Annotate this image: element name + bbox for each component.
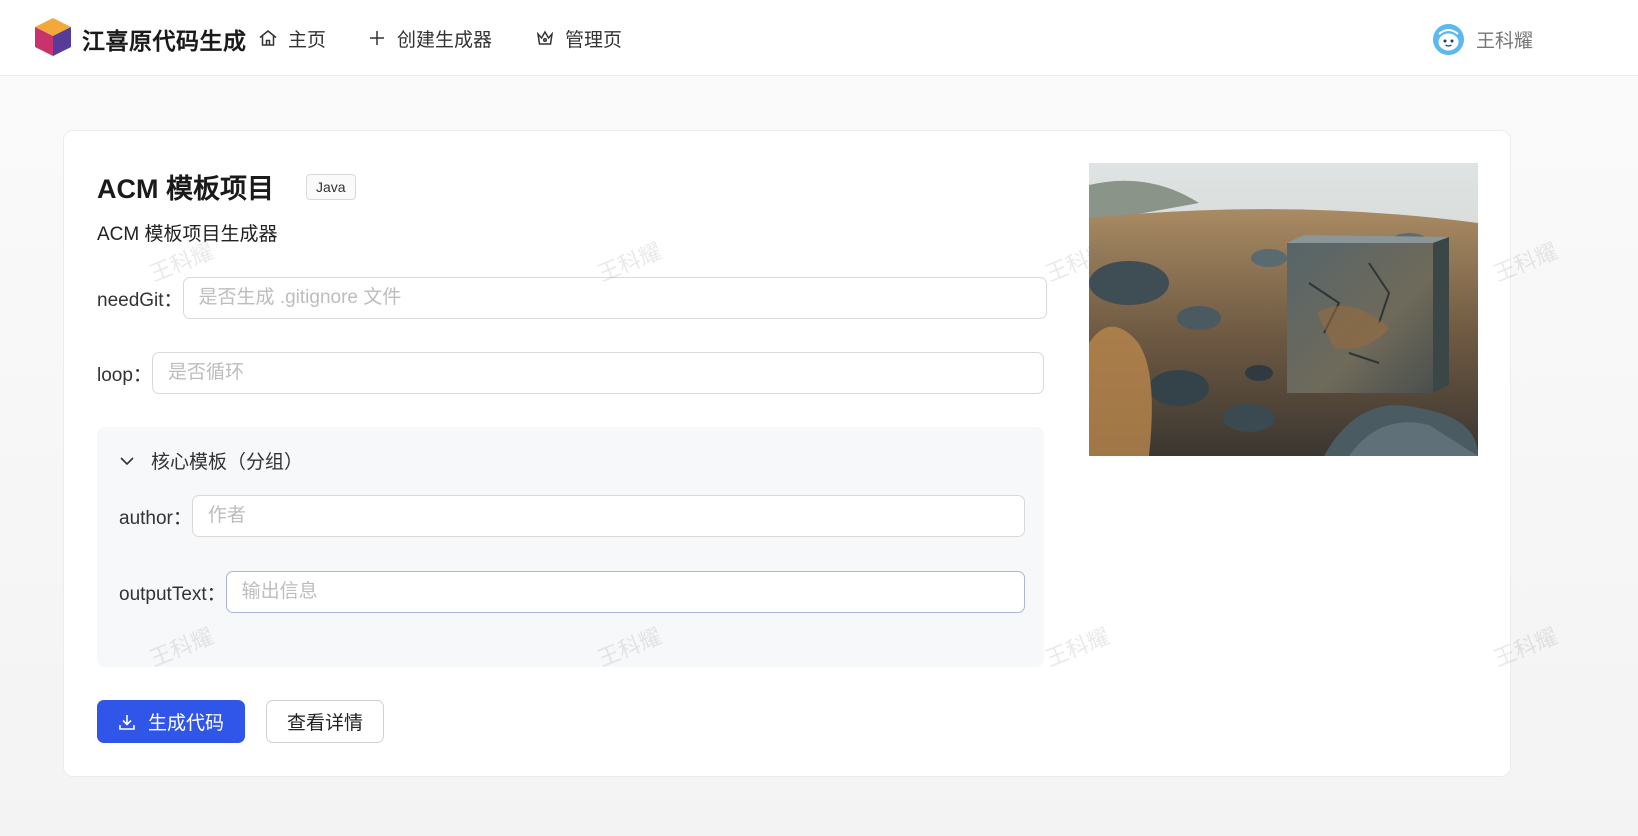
needgit-input[interactable] xyxy=(182,277,1047,319)
form-row-loop: loop： xyxy=(97,352,1044,394)
avatar-icon xyxy=(1433,24,1464,55)
user-name[interactable]: 王科耀 xyxy=(1476,26,1533,53)
brand-name[interactable]: 江喜原代码生成 xyxy=(82,22,247,56)
title-row: ACM 模板项目 Java xyxy=(97,167,356,206)
download-icon xyxy=(119,714,135,730)
home-icon xyxy=(259,30,277,46)
nav-create-generator[interactable]: 创建生成器 xyxy=(367,24,492,52)
nav-admin[interactable]: 管理页 xyxy=(535,24,622,52)
plus-icon xyxy=(370,31,384,45)
generator-title: ACM 模板项目 xyxy=(97,174,274,204)
outputtext-input[interactable] xyxy=(225,571,1025,613)
author-input[interactable] xyxy=(191,495,1025,537)
form-row-needgit: needGit： xyxy=(97,277,1047,319)
top-navbar: 江喜原代码生成 主页 创建生成器 管理页 王科耀 xyxy=(0,0,1638,76)
generator-detail-card: ACM 模板项目 Java ACM 模板项目生成器 needGit： loop：… xyxy=(63,130,1511,777)
chevron-down-icon xyxy=(120,456,134,465)
nav-admin-label: 管理页 xyxy=(565,29,623,51)
core-template-group: 核心模板（分组） author： outputText： xyxy=(97,427,1044,667)
cube-logo-icon[interactable] xyxy=(34,17,72,57)
crown-icon xyxy=(536,30,554,45)
author-label: author： xyxy=(119,507,192,529)
group-toggle[interactable]: 核心模板（分组） xyxy=(119,447,303,474)
generate-code-button[interactable]: 生成代码 xyxy=(97,700,245,743)
nav-home-label: 主页 xyxy=(288,29,327,51)
form-row-author: author： xyxy=(119,495,1025,537)
nav-create-generator-label: 创建生成器 xyxy=(397,29,493,51)
avatar[interactable] xyxy=(1433,24,1464,55)
group-title: 核心模板（分组） xyxy=(151,452,304,473)
form-row-outputtext: outputText： xyxy=(119,571,1025,613)
outputtext-label: outputText： xyxy=(119,583,226,605)
generator-description: ACM 模板项目生成器 xyxy=(97,224,278,245)
user-menu[interactable]: 王科耀 xyxy=(1433,24,1533,55)
nav-home[interactable]: 主页 xyxy=(258,24,326,52)
view-details-button[interactable]: 查看详情 xyxy=(266,700,384,743)
generator-cover-image xyxy=(1089,163,1478,456)
loop-input[interactable] xyxy=(151,352,1044,394)
loop-label: loop： xyxy=(97,364,152,386)
generate-code-label: 生成代码 xyxy=(147,713,224,734)
view-details-label: 查看详情 xyxy=(286,713,363,734)
language-tag: Java xyxy=(306,173,356,200)
needgit-label: needGit： xyxy=(97,289,183,311)
